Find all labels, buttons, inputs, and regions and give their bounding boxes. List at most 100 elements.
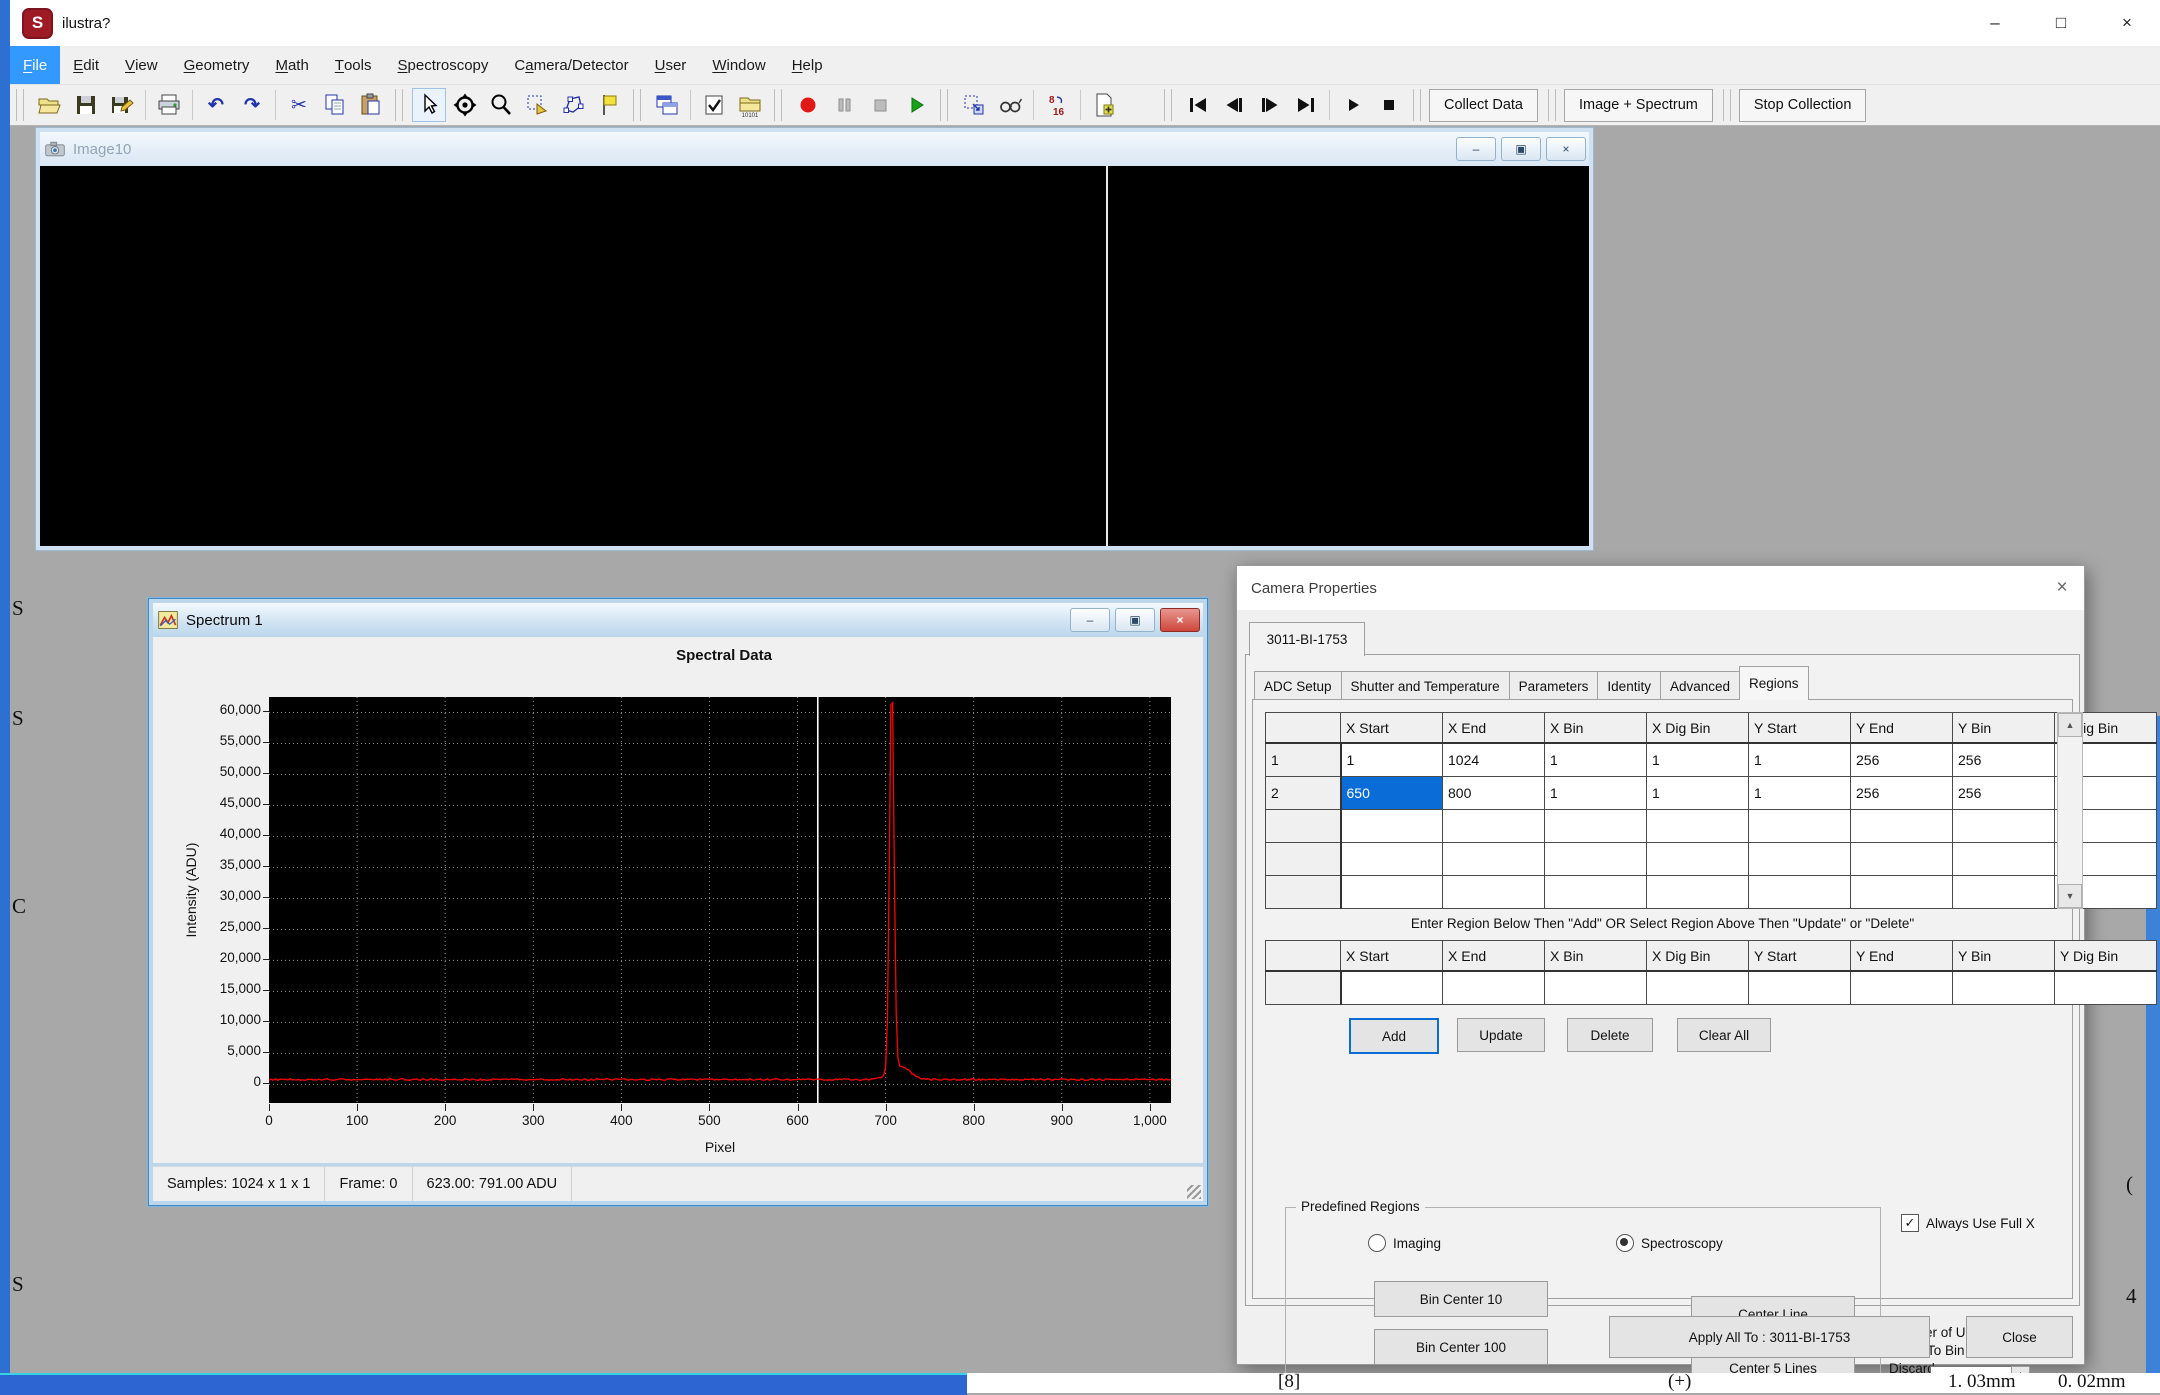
- select-region-icon[interactable]: [520, 88, 554, 122]
- menu-math[interactable]: Math: [262, 46, 321, 84]
- zoom-icon[interactable]: [484, 88, 518, 122]
- grid-cell[interactable]: [1952, 875, 2055, 909]
- grid-cell[interactable]: [1646, 875, 1749, 909]
- previous-frame-icon[interactable]: [1217, 88, 1251, 122]
- play-sequence-icon[interactable]: [1336, 88, 1370, 122]
- dialog-close-icon[interactable]: ×: [2040, 566, 2084, 610]
- new-document-icon[interactable]: [1087, 88, 1121, 122]
- row-header[interactable]: [1265, 875, 1342, 909]
- menu-file[interactable]: File: [10, 46, 61, 84]
- stop-icon[interactable]: [863, 88, 897, 122]
- grid-cell[interactable]: 1: [1748, 776, 1851, 810]
- grid-cell[interactable]: [1850, 875, 1953, 909]
- imaging-radio-icon[interactable]: [1368, 1234, 1386, 1252]
- grid-cell[interactable]: [1442, 875, 1545, 909]
- always-use-full-x-checkbox[interactable]: ✓ Always Use Full X: [1901, 1214, 2035, 1232]
- menu-help[interactable]: Help: [779, 46, 836, 84]
- grid-cell[interactable]: 256: [1850, 776, 1953, 810]
- open-icon[interactable]: [33, 88, 67, 122]
- review-icon[interactable]: [993, 88, 1027, 122]
- pan-icon[interactable]: [448, 88, 482, 122]
- pause-icon[interactable]: [827, 88, 861, 122]
- update-button[interactable]: Update: [1457, 1018, 1545, 1052]
- grid-col-header[interactable]: Y Bin: [1952, 940, 2055, 972]
- grid-cell[interactable]: 1: [1340, 742, 1443, 777]
- print-icon[interactable]: [152, 88, 186, 122]
- grid-col-header[interactable]: X End: [1442, 712, 1545, 744]
- grid-cell[interactable]: [1340, 875, 1443, 909]
- menu-edit[interactable]: Edit: [60, 46, 112, 84]
- cascade-windows-icon[interactable]: [650, 88, 684, 122]
- grid-col-header[interactable]: [1265, 940, 1341, 972]
- grid-cell[interactable]: [1646, 970, 1749, 1005]
- row-header[interactable]: [1265, 970, 1342, 1005]
- restore-icon[interactable]: ▣: [1501, 137, 1541, 161]
- close-icon[interactable]: ×: [1546, 137, 1586, 161]
- close-button[interactable]: ×: [2094, 0, 2160, 46]
- grid-cell[interactable]: [1646, 809, 1749, 843]
- grid-cell[interactable]: [1748, 809, 1851, 843]
- image-window-titlebar[interactable]: Image10 – ▣ ×: [40, 132, 1589, 166]
- grid-cell[interactable]: [1748, 875, 1851, 909]
- acquire-check-icon[interactable]: [697, 88, 731, 122]
- grid-cell[interactable]: 256: [1850, 742, 1953, 777]
- menu-spectroscopy[interactable]: Spectroscopy: [385, 46, 502, 84]
- tab-regions[interactable]: Regions: [1739, 666, 1809, 700]
- grid-cell[interactable]: 800: [1442, 776, 1545, 810]
- bin-center-10-button[interactable]: Bin Center 10: [1374, 1281, 1548, 1317]
- scroll-up-icon[interactable]: ▲: [2058, 713, 2082, 737]
- image-spectrum-button[interactable]: Image + Spectrum: [1563, 88, 1713, 122]
- grid-cell[interactable]: [1340, 970, 1443, 1005]
- grid-cell[interactable]: [1952, 842, 2055, 876]
- stop-sequence-icon[interactable]: [1372, 88, 1406, 122]
- grid-cell[interactable]: [1748, 970, 1851, 1005]
- copy-icon[interactable]: [318, 88, 352, 122]
- regions-grid-scrollbar[interactable]: ▲ ▼: [2057, 712, 2083, 909]
- grid-cell[interactable]: [1850, 970, 1953, 1005]
- scroll-down-icon[interactable]: ▼: [2058, 884, 2082, 908]
- grid-cell[interactable]: [1952, 809, 2055, 843]
- minimize-button[interactable]: –: [1962, 0, 2028, 46]
- image-canvas[interactable]: [40, 166, 1589, 546]
- binary-data-icon[interactable]: 10101: [733, 88, 767, 122]
- minimize-icon[interactable]: –: [1070, 608, 1110, 632]
- clear-all-button[interactable]: Clear All: [1677, 1018, 1771, 1052]
- collect-data-button[interactable]: Collect Data: [1429, 88, 1538, 122]
- grid-col-header[interactable]: Y Dig Bin: [2054, 940, 2157, 972]
- grid-cell[interactable]: [1850, 809, 1953, 843]
- pointer-icon[interactable]: [412, 88, 446, 122]
- grid-col-header[interactable]: X Dig Bin: [1646, 940, 1749, 972]
- grid-cell[interactable]: [1748, 842, 1851, 876]
- grid-cell[interactable]: 1: [1544, 742, 1647, 777]
- menu-view[interactable]: View: [112, 46, 171, 84]
- record-icon[interactable]: [791, 88, 825, 122]
- last-frame-icon[interactable]: [1289, 88, 1323, 122]
- redo-icon[interactable]: ↷: [235, 88, 269, 122]
- grid-col-header[interactable]: X Bin: [1544, 712, 1647, 744]
- grid-cell[interactable]: 1024: [1442, 742, 1545, 777]
- grid-col-header[interactable]: Y Start: [1748, 940, 1851, 972]
- delete-button[interactable]: Delete: [1567, 1018, 1653, 1052]
- resize-grip[interactable]: [1187, 1185, 1201, 1199]
- menu-user[interactable]: User: [642, 46, 700, 84]
- grid-cell[interactable]: [1340, 842, 1443, 876]
- tab-identity[interactable]: Identity: [1597, 671, 1661, 700]
- spectral-plot[interactable]: [269, 697, 1171, 1103]
- flag-icon[interactable]: [592, 88, 626, 122]
- grid-cell[interactable]: [2054, 970, 2157, 1005]
- row-header[interactable]: 2: [1265, 776, 1342, 810]
- first-frame-icon[interactable]: [1181, 88, 1215, 122]
- undo-icon[interactable]: ↶: [199, 88, 233, 122]
- menu-tools[interactable]: Tools: [322, 46, 385, 84]
- grid-cell[interactable]: [1442, 842, 1545, 876]
- grid-cell[interactable]: [1850, 842, 1953, 876]
- grid-col-header[interactable]: Y Bin: [1952, 712, 2055, 744]
- grid-cell[interactable]: [1544, 875, 1647, 909]
- grid-cell[interactable]: [1544, 809, 1647, 843]
- grid-cell[interactable]: 256: [1952, 776, 2055, 810]
- grid-cell[interactable]: 256: [1952, 742, 2055, 777]
- checkbox-icon[interactable]: ✓: [1901, 1214, 1919, 1232]
- tab-shutter-and-temperature[interactable]: Shutter and Temperature: [1340, 671, 1510, 700]
- grid-col-header[interactable]: X Start: [1340, 940, 1443, 972]
- grid-cell[interactable]: [1646, 842, 1749, 876]
